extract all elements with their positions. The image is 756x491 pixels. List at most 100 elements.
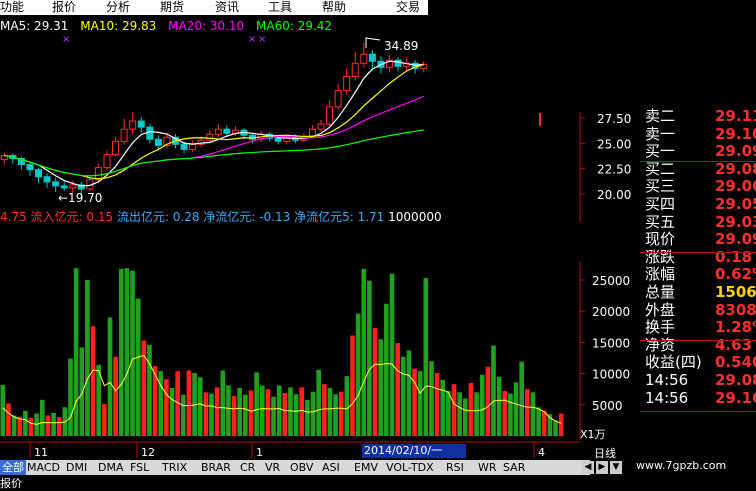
order-book-row: 外盘 8308 [640, 300, 756, 320]
volume-tick-label: 20000 [592, 305, 630, 319]
volume-bar [468, 382, 474, 436]
indicator-tab-macd[interactable]: MACD [25, 460, 62, 475]
scroll-right-icon[interactable]: ▶ [596, 461, 608, 474]
indicator-tab-emv[interactable]: EMV [352, 460, 380, 475]
volume-unit: X1万 [580, 428, 606, 441]
volume-bar [338, 391, 344, 436]
indicator-tab-obv[interactable]: OBV [288, 460, 315, 475]
ma5-line [4, 60, 424, 187]
candle [26, 164, 34, 171]
volume-bar [434, 372, 440, 436]
price-tick-label: 25.00 [597, 137, 631, 151]
order-book-divider [640, 340, 756, 341]
volume-bar [158, 371, 164, 436]
indicator-tab-asi[interactable]: ASI [320, 460, 342, 475]
time-tick-label: 1 [256, 446, 263, 459]
high-price-label: 34.89 [384, 39, 418, 53]
order-book-value: 29.03 [715, 212, 756, 231]
candle [326, 106, 334, 125]
order-book-divider [640, 252, 756, 253]
indicator-tab-全部[interactable]: 全部 [0, 460, 26, 475]
order-book-value: 29.16 [715, 388, 756, 407]
volume-bar [412, 368, 417, 436]
indicator-tab-sar[interactable]: SAR [501, 460, 527, 475]
indicator-tab-trix[interactable]: TRIX [160, 460, 189, 475]
order-book-row: 收益(四) 0.540 [640, 354, 756, 372]
volume-bar [231, 396, 237, 436]
candle [317, 123, 325, 130]
volume-bar [479, 374, 485, 436]
volume-bar [389, 273, 395, 436]
order-book-label: 买四 [645, 194, 676, 213]
candle [112, 140, 120, 155]
indicator-tab-brar[interactable]: BRAR [199, 460, 233, 475]
order-book-row: 14:56 29.16 [640, 388, 756, 408]
indicator-tab-cr[interactable]: CR [238, 460, 257, 475]
volume-bar [378, 339, 384, 436]
candle [180, 143, 188, 150]
more-icon[interactable]: ▼ [610, 461, 622, 474]
volume-bar [180, 394, 186, 436]
ma60-label: MA60: 29.42 [256, 19, 333, 33]
candle [214, 128, 222, 135]
volume-bars [0, 268, 564, 436]
volume-bar [457, 392, 462, 436]
order-book-value: 29.05 [715, 194, 756, 213]
volume-bar [333, 394, 338, 436]
volume-bar [6, 403, 11, 436]
volume-bar [79, 347, 85, 436]
order-book-row: 买二 29.08 [640, 160, 756, 179]
indicator-tab-rsi[interactable]: RSI [444, 460, 466, 475]
order-book-panel: 卖二 29.11 卖一 29.10 买一 29.09 买二 29.08 买三 29.06 买四 29.… [640, 107, 756, 408]
signal-marker: × [258, 34, 266, 45]
order-book-divider [640, 411, 756, 412]
volume-bar [491, 345, 496, 436]
bottom-status-text: 报价 [0, 477, 22, 490]
volume-bar [395, 343, 400, 436]
order-book-value: 0.62% [715, 265, 756, 284]
indicator-tab-bar: 全部 MACD DMI DMA FSL TRIX BRAR CR VR OBV ASI EMV VOL-… [0, 460, 590, 475]
time-tick-label: 11 [34, 446, 48, 459]
indicator-tab-vr[interactable]: VR [263, 460, 282, 475]
order-book-value: 29.08 [715, 370, 756, 389]
order-book-value: 29.06 [715, 177, 756, 196]
volume-bar [288, 387, 293, 436]
period-label[interactable]: 日线 [594, 445, 616, 461]
order-book-value: 0.540 [715, 353, 756, 372]
volume-bar [90, 326, 96, 436]
volume-bar [440, 379, 446, 436]
candle [146, 126, 154, 140]
candle [69, 184, 77, 189]
volume-bar [203, 392, 209, 436]
volume-bar [496, 376, 502, 436]
volume-bar [147, 344, 152, 436]
order-book-label: 外盘 [645, 300, 676, 319]
scroll-left-icon[interactable]: ◀ [582, 461, 594, 474]
volume-bar [130, 270, 135, 436]
volume-bar [299, 387, 305, 436]
flow-prefix: 4.75 [0, 210, 27, 224]
volume-bar [135, 298, 141, 436]
order-book-row: 买四 29.05 [640, 194, 756, 214]
indicator-tab-dmi[interactable]: DMI [64, 460, 89, 475]
indicator-tab-wr[interactable]: WR [476, 460, 499, 475]
indicator-tab-dma[interactable]: DMA [96, 460, 126, 475]
order-book-row: 换手 1.28% [640, 319, 756, 337]
candle [43, 176, 51, 183]
volume-bar [259, 385, 265, 436]
candle [343, 75, 351, 92]
indicator-tab-fsl[interactable]: FSL [128, 460, 151, 475]
order-book-value: 1.28% [715, 318, 756, 337]
candle [60, 185, 68, 189]
order-book-row: 14:56 29.08 [640, 370, 756, 390]
volume-bar [243, 394, 248, 436]
volume-bar [536, 407, 541, 436]
indicator-tab-vol-tdx[interactable]: VOL-TDX [384, 460, 436, 475]
candle [129, 120, 137, 130]
volume-bar [446, 391, 451, 436]
volume-bar [355, 313, 361, 436]
order-book-row: 涨幅 0.62% [640, 266, 756, 284]
volume-bar [118, 268, 124, 436]
order-book-label: 14:56 [645, 370, 689, 389]
ma-lines [4, 60, 424, 187]
